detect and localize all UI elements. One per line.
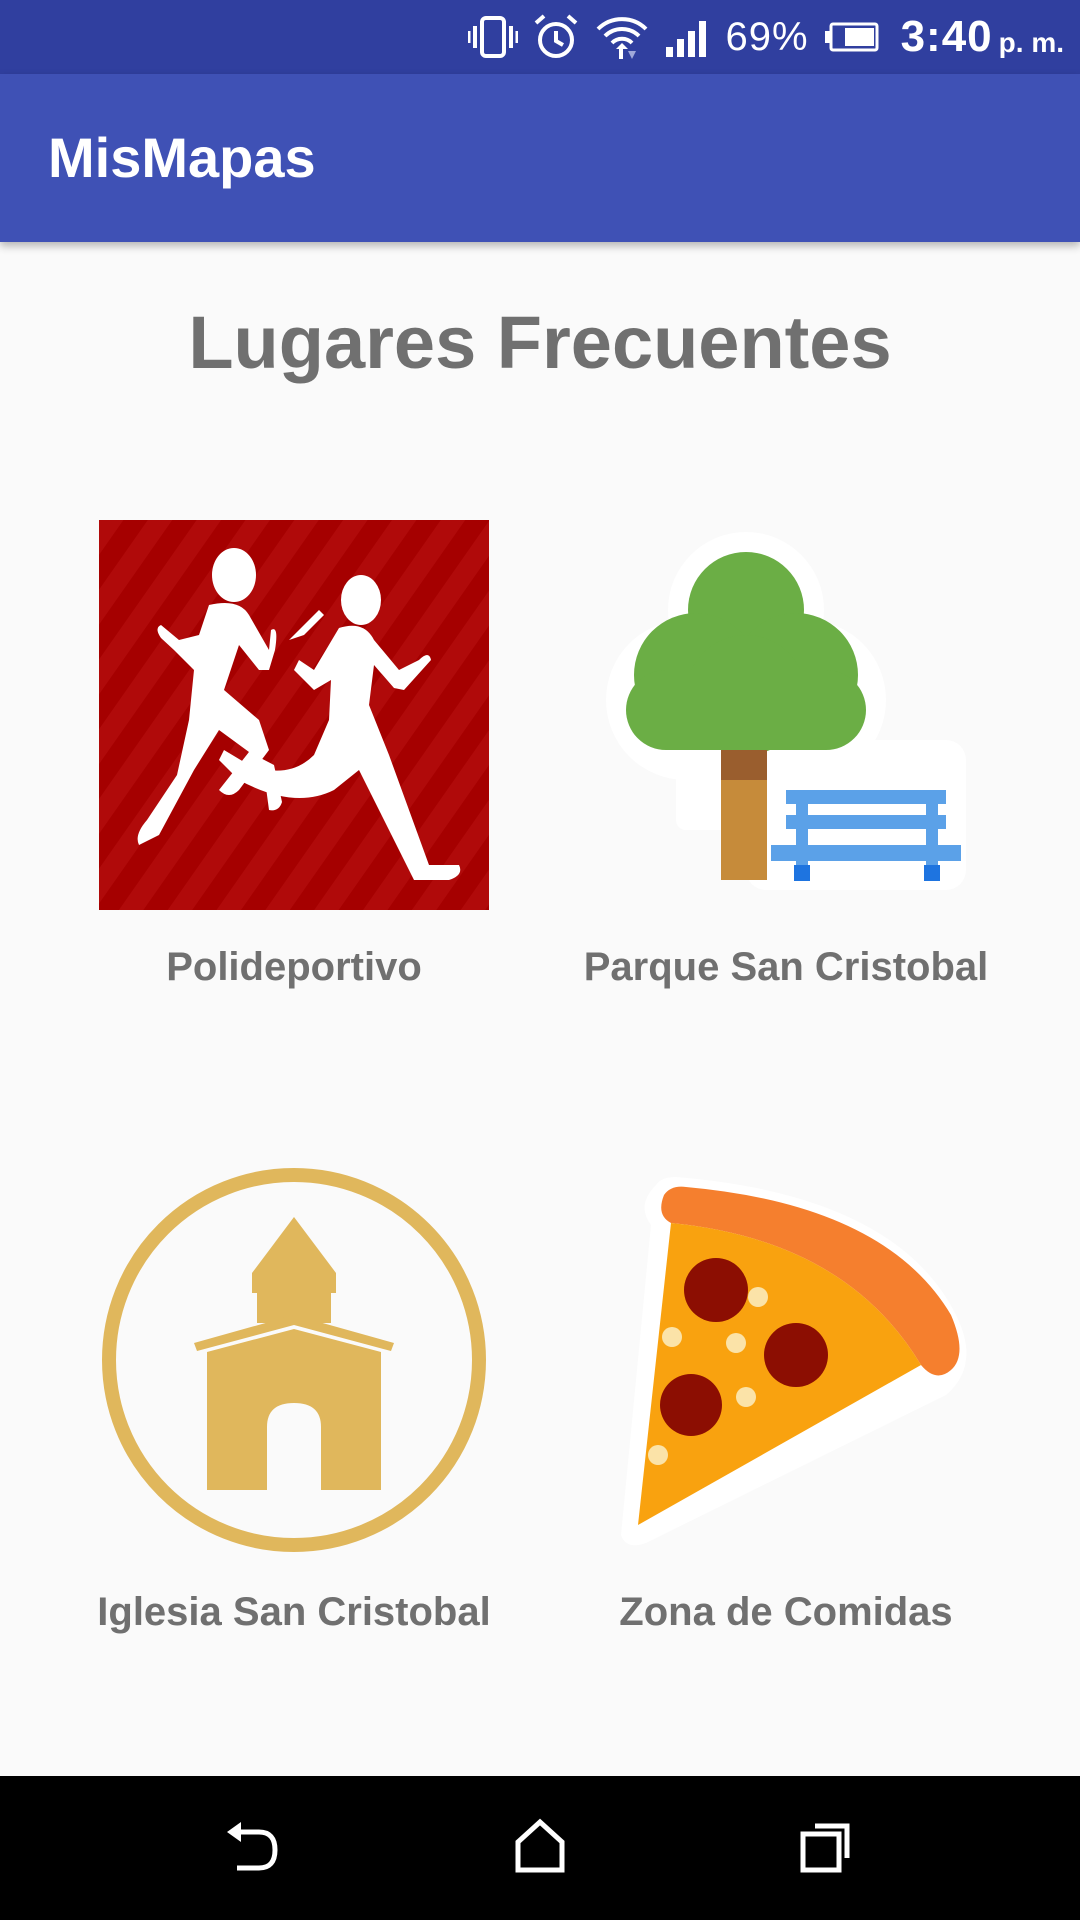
app-title: MisMapas [48,126,316,189]
battery-icon [823,21,879,53]
status-icons: 69% 3:40 p. m. [467,0,1064,74]
recents-icon [799,1818,855,1879]
place-polideportivo[interactable]: Polideportivo [44,520,544,1000]
place-label: Parque San Cristobal [583,945,989,989]
church-icon[interactable] [99,1165,489,1555]
place-label: Polideportivo [166,945,422,989]
runners-icon[interactable] [99,520,489,910]
wifi-icon [594,13,650,61]
home-button[interactable] [440,1776,640,1920]
place-parque-san-cristobal[interactable]: Parque San Cristobal [536,520,1036,1000]
back-icon [223,1818,283,1879]
place-label: Iglesia San Cristobal [97,1590,491,1634]
navigation-bar [0,1776,1080,1920]
park-bench-icon[interactable] [596,520,986,910]
signal-icon [664,17,712,57]
place-iglesia-san-cristobal[interactable]: Iglesia San Cristobal [44,1165,544,1645]
home-icon [512,1818,568,1879]
pizza-icon[interactable] [596,1165,986,1555]
vibrate-icon [467,14,518,60]
battery-percent: 69% [725,14,809,59]
alarm-icon [532,13,580,61]
recents-button[interactable] [727,1776,927,1920]
page-title: Lugares Frecuentes [188,301,892,384]
place-zona-de-comidas[interactable]: Zona de Comidas [536,1165,1036,1645]
app-bar: MisMapas [0,74,1080,242]
back-button[interactable] [153,1776,353,1920]
place-label: Zona de Comidas [619,1590,953,1634]
status-bar: 69% 3:40 p. m. [0,0,1080,74]
clock: 3:40 [900,12,993,61]
clock-suffix: p. m. [998,27,1064,58]
